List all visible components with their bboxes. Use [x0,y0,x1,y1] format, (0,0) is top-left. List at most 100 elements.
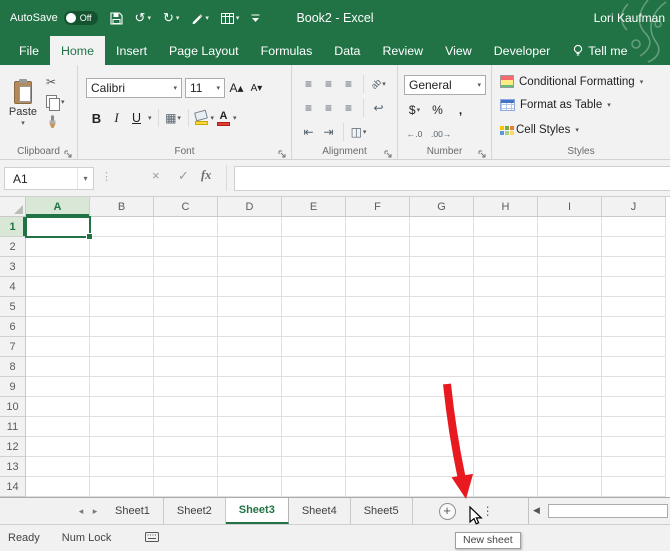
cell-D13[interactable] [218,457,282,477]
cell-H12[interactable] [474,437,538,457]
row-header-10[interactable]: 10 [0,397,26,417]
cell-B8[interactable] [90,357,154,377]
cell-I5[interactable] [538,297,602,317]
cell-F7[interactable] [346,337,410,357]
cell-A6[interactable] [26,317,90,337]
col-header-D[interactable]: D [218,197,282,217]
align-middle-button[interactable]: ≡ [320,75,337,93]
cell-F2[interactable] [346,237,410,257]
cell-H14[interactable] [474,477,538,497]
cell-D7[interactable] [218,337,282,357]
dialog-launcher-icon[interactable] [64,146,74,156]
cell-B13[interactable] [90,457,154,477]
cell-I6[interactable] [538,317,602,337]
cell-C12[interactable] [154,437,218,457]
align-top-button[interactable]: ≡ [300,75,317,93]
cell-G2[interactable] [410,237,474,257]
cell-H9[interactable] [474,377,538,397]
cell-H10[interactable] [474,397,538,417]
cell-D9[interactable] [218,377,282,397]
cell-D11[interactable] [218,417,282,437]
cell-G5[interactable] [410,297,474,317]
cell-D2[interactable] [218,237,282,257]
cell-E12[interactable] [282,437,346,457]
cell-G7[interactable] [410,337,474,357]
cell-I1[interactable] [538,217,602,237]
cell-J4[interactable] [602,277,666,297]
cell-G1[interactable] [410,217,474,237]
sheet-tab-sheet3[interactable]: Sheet3 [226,498,289,524]
cell-J11[interactable] [602,417,666,437]
col-header-J[interactable]: J [602,197,666,217]
cell-G8[interactable] [410,357,474,377]
cell-A1[interactable] [26,217,90,237]
number-format-combobox[interactable]: General▾ [404,75,486,95]
align-right-button[interactable]: ≡ [340,99,357,117]
row-header-14[interactable]: 14 [0,477,26,497]
align-bottom-button[interactable]: ≡ [340,75,357,93]
cell-C10[interactable] [154,397,218,417]
cell-E5[interactable] [282,297,346,317]
cell-G6[interactable] [410,317,474,337]
cell-B6[interactable] [90,317,154,337]
cell-A11[interactable] [26,417,90,437]
cell-H7[interactable] [474,337,538,357]
cell-B11[interactable] [90,417,154,437]
fill-color-button[interactable] [195,109,208,127]
cell-I11[interactable] [538,417,602,437]
cell-F6[interactable] [346,317,410,337]
keyboard-icon[interactable] [145,529,159,547]
cell-E14[interactable] [282,477,346,497]
cell-J14[interactable] [602,477,666,497]
tab-formulas[interactable]: Formulas [250,36,324,65]
tab-home[interactable]: Home [50,36,105,65]
cell-E6[interactable] [282,317,346,337]
font-color-button[interactable]: A [217,109,230,127]
sheet-tab-sheet1[interactable]: Sheet1 [102,498,164,524]
cell-D5[interactable] [218,297,282,317]
cell-H5[interactable] [474,297,538,317]
row-header-3[interactable]: 3 [0,257,26,277]
cell-F11[interactable] [346,417,410,437]
name-box-dropdown[interactable]: ▾ [77,168,93,189]
row-header-6[interactable]: 6 [0,317,26,337]
decrease-font-size-button[interactable]: A▾ [248,79,265,97]
cell-E13[interactable] [282,457,346,477]
row-header-2[interactable]: 2 [0,237,26,257]
scroll-left-icon[interactable]: ◀ [533,505,540,516]
col-header-I[interactable]: I [538,197,602,217]
autosave-toggle[interactable]: Off [64,11,98,25]
cell-E10[interactable] [282,397,346,417]
cell-F12[interactable] [346,437,410,457]
cell-F14[interactable] [346,477,410,497]
copy-button[interactable]: ▾ [46,93,65,110]
formula-bar-drag-handle[interactable]: ⋮ [101,170,112,183]
cell-E7[interactable] [282,337,346,357]
cell-A4[interactable] [26,277,90,297]
cell-G14[interactable] [410,477,474,497]
cell-F3[interactable] [346,257,410,277]
cell-B7[interactable] [90,337,154,357]
tab-data[interactable]: Data [323,36,371,65]
tab-insert[interactable]: Insert [105,36,158,65]
sheet-tab-sheet2[interactable]: Sheet2 [164,498,226,524]
enter-button[interactable]: ✓ [178,168,189,184]
cell-G13[interactable] [410,457,474,477]
sheet-tab-sheet5[interactable]: Sheet5 [351,498,413,524]
cell-E8[interactable] [282,357,346,377]
col-header-G[interactable]: G [410,197,474,217]
col-header-E[interactable]: E [282,197,346,217]
cell-H13[interactable] [474,457,538,477]
accounting-format-button[interactable]: $▾ [406,101,423,119]
sheet-tab-options-icon[interactable]: ⋮ [482,504,494,518]
cell-G3[interactable] [410,257,474,277]
format-as-table-button[interactable]: Format as Table ▾ [500,99,611,111]
row-header-8[interactable]: 8 [0,357,26,377]
cell-B3[interactable] [90,257,154,277]
cell-A12[interactable] [26,437,90,457]
cell-G10[interactable] [410,397,474,417]
cell-D12[interactable] [218,437,282,457]
wrap-text-button[interactable]: ↩ [370,99,387,117]
cell-G11[interactable] [410,417,474,437]
cell-C9[interactable] [154,377,218,397]
